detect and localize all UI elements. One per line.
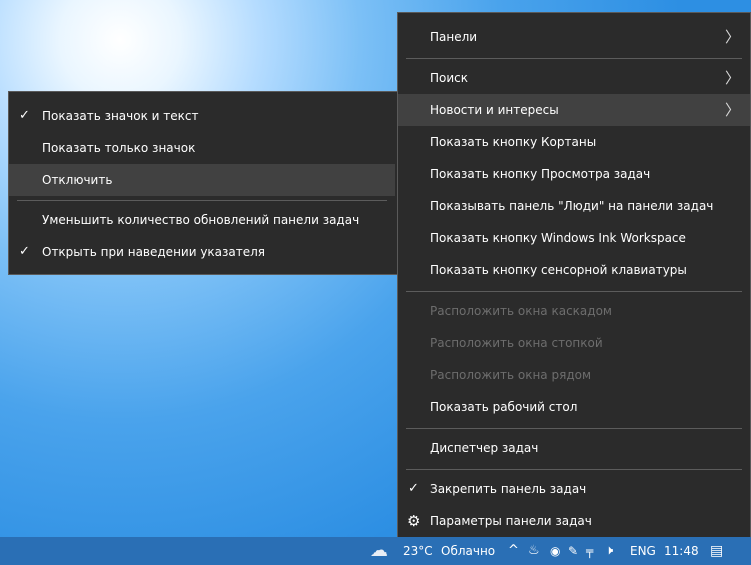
taskbar[interactable]: ☁ 23°C Облачно ^ ♨ ◉ ✎ ╤ 🕨 ENG 11:48 ▤ xyxy=(0,537,751,565)
chevron-right-icon: 〉 xyxy=(724,69,740,87)
menu-item-label: Показать кнопку Кортаны xyxy=(430,135,597,149)
chevron-up-icon[interactable]: ^ xyxy=(508,537,519,565)
taskbar-context-menu: Панели 〉 Поиск 〉 Новости и интересы 〉 По… xyxy=(397,12,751,540)
menu-item-label: Отключить xyxy=(42,173,113,187)
menu-item-label: Расположить окна каскадом xyxy=(430,304,612,318)
menu-item-show-task-view-button[interactable]: Показать кнопку Просмотра задач xyxy=(398,158,750,190)
menu-item-label: Новости и интересы xyxy=(430,103,559,117)
menu-separator xyxy=(406,469,742,470)
notification-icon[interactable]: ▤ xyxy=(710,537,723,565)
menu-item-label: Расположить окна стопкой xyxy=(430,336,603,350)
menu-item-toolbars[interactable]: Панели 〉 xyxy=(398,21,750,53)
menu-item-label: Открыть при наведении указателя xyxy=(42,245,266,259)
clock-time[interactable]: 11:48 xyxy=(664,537,699,565)
menu-item-label: Панели xyxy=(430,30,478,44)
menu-item-show-cortana-button[interactable]: Показать кнопку Кортаны xyxy=(398,126,750,158)
menu-item-show-touch-keyboard[interactable]: Показать кнопку сенсорной клавиатуры xyxy=(398,254,750,286)
menu-item-task-manager[interactable]: Диспетчер задач xyxy=(398,432,750,464)
gear-icon: ⚙ xyxy=(407,512,421,530)
menu-item-label: Показывать панель "Люди" на панели задач xyxy=(430,199,714,213)
menu-item-stack-windows: Расположить окна стопкой xyxy=(398,327,750,359)
menu-item-label: Расположить окна рядом xyxy=(430,368,592,382)
menu-item-label: Показать значок и текст xyxy=(42,109,199,123)
submenu-item-reduce-updates[interactable]: Уменьшить количество обновлений панели з… xyxy=(9,204,397,236)
submenu-item-turn-off[interactable]: Отключить xyxy=(9,164,395,196)
menu-item-show-desktop[interactable]: Показать рабочий стол xyxy=(398,391,750,423)
menu-separator xyxy=(406,291,742,292)
menu-item-label: Показать кнопку сенсорной клавиатуры xyxy=(430,263,687,277)
menu-item-lock-taskbar[interactable]: ✓ Закрепить панель задач xyxy=(398,473,750,505)
weather-condition[interactable]: Облачно xyxy=(441,537,495,565)
steam-icon[interactable]: ♨ xyxy=(528,537,540,565)
menu-item-label: Уменьшить количество обновлений панели з… xyxy=(42,213,360,227)
menu-separator xyxy=(17,200,387,201)
menu-item-cascade-windows: Расположить окна каскадом xyxy=(398,295,750,327)
chevron-right-icon: 〉 xyxy=(724,28,740,46)
menu-item-side-by-side-windows: Расположить окна рядом xyxy=(398,359,750,391)
menu-item-taskbar-settings[interactable]: ⚙ Параметры панели задач xyxy=(398,505,750,537)
menu-item-label: Показать рабочий стол xyxy=(430,400,578,414)
menu-item-label: Показать кнопку Windows Ink Workspace xyxy=(430,231,686,245)
menu-item-show-people[interactable]: Показывать панель "Люди" на панели задач xyxy=(398,190,750,222)
menu-item-label: Показать кнопку Просмотра задач xyxy=(430,167,651,181)
checkmark-icon: ✓ xyxy=(408,481,419,496)
menu-item-label: Поиск xyxy=(430,71,469,85)
checkmark-icon: ✓ xyxy=(19,244,30,259)
submenu-item-show-icon-only[interactable]: Показать только значок xyxy=(9,132,397,164)
menu-separator xyxy=(406,58,742,59)
submenu-item-open-on-hover[interactable]: ✓ Открыть при наведении указателя xyxy=(9,236,397,268)
menu-item-show-ink-workspace[interactable]: Показать кнопку Windows Ink Workspace xyxy=(398,222,750,254)
menu-item-label: Параметры панели задач xyxy=(430,514,592,528)
network-icon[interactable]: ◉ xyxy=(550,537,560,565)
weather-temperature[interactable]: 23°C xyxy=(403,537,433,565)
pen-icon[interactable]: ✎ xyxy=(568,537,578,565)
menu-item-search[interactable]: Поиск 〉 xyxy=(398,62,750,94)
speaker-icon[interactable]: 🕨 xyxy=(605,537,613,565)
input-language[interactable]: ENG xyxy=(630,537,656,565)
chevron-right-icon: 〉 xyxy=(724,101,740,119)
menu-item-label: Диспетчер задач xyxy=(430,441,539,455)
menu-item-label: Показать только значок xyxy=(42,141,196,155)
submenu-item-show-icon-and-text[interactable]: ✓ Показать значок и текст xyxy=(9,100,397,132)
menu-separator xyxy=(406,428,742,429)
cloud-icon[interactable]: ☁ xyxy=(370,537,388,565)
menu-item-news-and-interests[interactable]: Новости и интересы 〉 xyxy=(398,94,750,126)
wifi-icon[interactable]: ╤ xyxy=(586,537,593,565)
news-interests-submenu: ✓ Показать значок и текст Показать тольк… xyxy=(8,91,398,275)
menu-item-label: Закрепить панель задач xyxy=(430,482,587,496)
checkmark-icon: ✓ xyxy=(19,108,30,123)
